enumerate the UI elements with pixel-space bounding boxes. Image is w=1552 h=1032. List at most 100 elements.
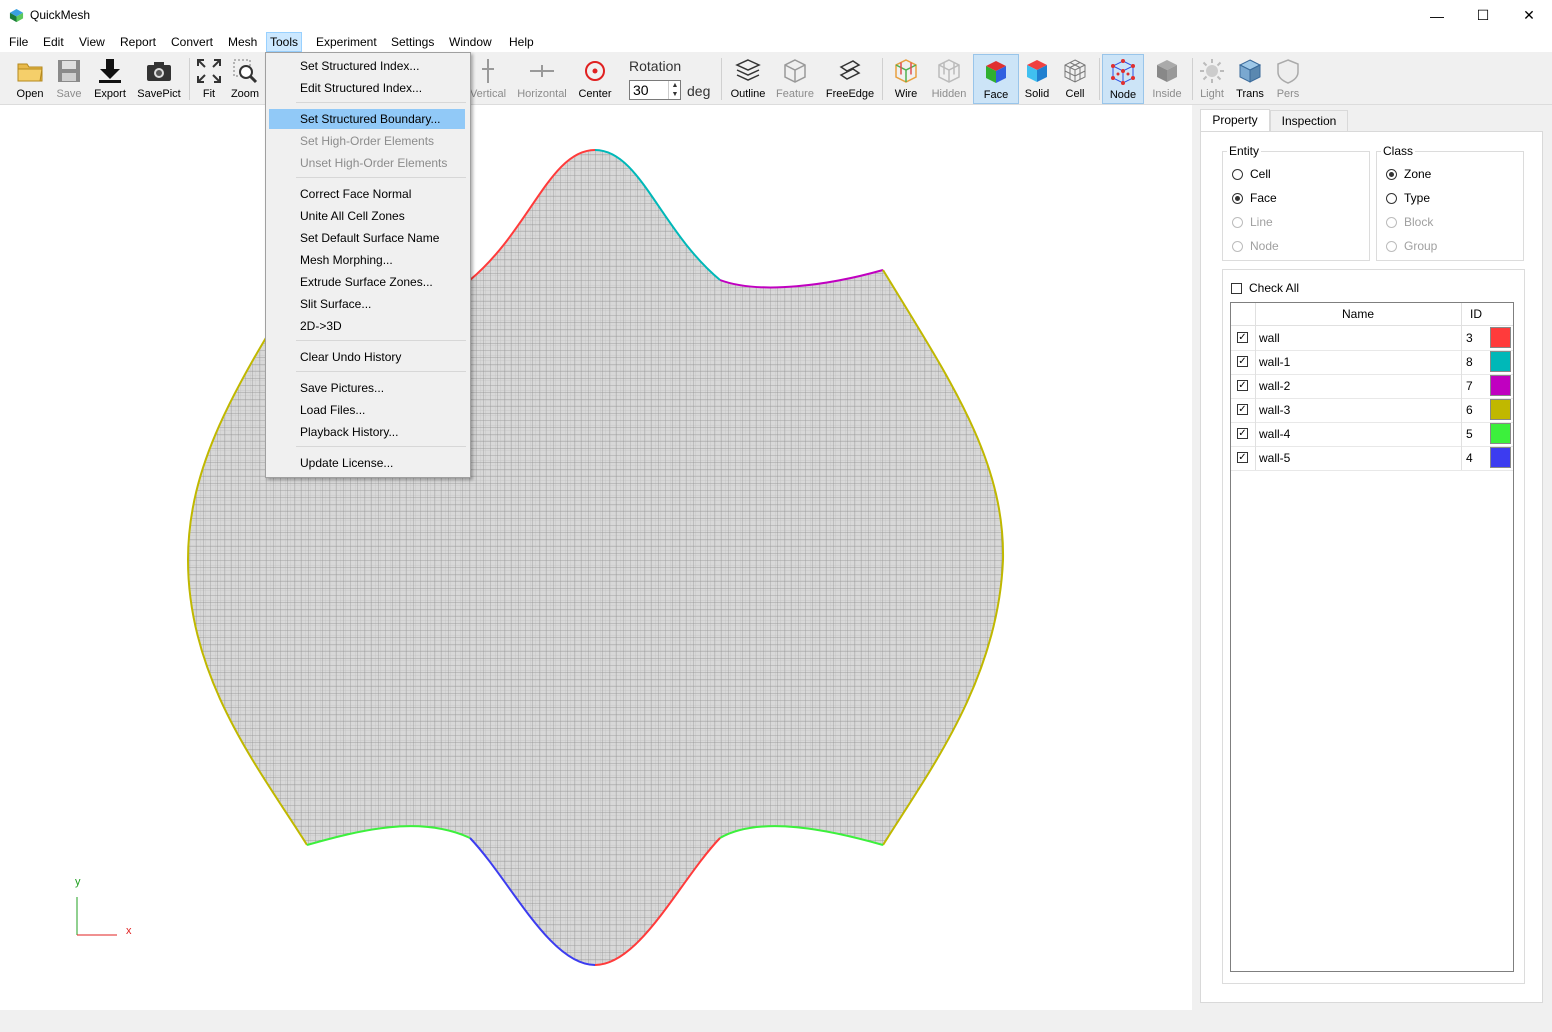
menu-clear-undo-history[interactable]: Clear Undo History bbox=[269, 347, 465, 367]
fit-button[interactable]: Fit bbox=[194, 54, 224, 102]
menu-tools[interactable]: Tools bbox=[266, 32, 303, 52]
radio-icon bbox=[1232, 240, 1243, 252]
property-tab-content: Entity Cell Face Line Node Class Zone Ty… bbox=[1200, 131, 1543, 1003]
table-row[interactable]: ✓ wall-5 4 bbox=[1231, 446, 1513, 471]
column-header-id[interactable]: ID bbox=[1461, 303, 1491, 325]
inside-cube-icon bbox=[1157, 60, 1177, 82]
table-row[interactable]: ✓ wall-3 6 bbox=[1231, 398, 1513, 423]
menu-extrude-surface-zones[interactable]: Extrude Surface Zones... bbox=[269, 272, 465, 292]
menu-mesh-morphing[interactable]: Mesh Morphing... bbox=[269, 250, 465, 270]
zone-color-swatch[interactable] bbox=[1490, 351, 1511, 372]
menu-mesh[interactable]: Mesh bbox=[225, 34, 260, 50]
entity-face-radio[interactable]: Face bbox=[1232, 189, 1277, 207]
check-all-checkbox[interactable]: Check All bbox=[1231, 281, 1299, 295]
free-edge-icon bbox=[839, 60, 861, 80]
toolbar-separator bbox=[721, 58, 722, 100]
open-button[interactable]: Open bbox=[10, 54, 50, 102]
minimize-button[interactable]: — bbox=[1414, 0, 1460, 31]
radio-icon bbox=[1386, 216, 1397, 228]
zone-color-swatch[interactable] bbox=[1490, 399, 1511, 420]
export-button[interactable]: Export bbox=[90, 54, 130, 102]
freeedge-button[interactable]: FreeEdge bbox=[823, 54, 877, 102]
mesh-canvas[interactable] bbox=[0, 105, 1192, 1010]
menu-correct-face-normal[interactable]: Correct Face Normal bbox=[269, 184, 465, 204]
zone-checkbox[interactable]: ✓ bbox=[1237, 332, 1248, 343]
menu-set-structured-boundary[interactable]: Set Structured Boundary... bbox=[269, 109, 465, 129]
perspective-shield-icon bbox=[1277, 59, 1299, 84]
zone-checkbox[interactable]: ✓ bbox=[1237, 452, 1248, 463]
checkbox-checked-icon: ✓ bbox=[1237, 452, 1248, 463]
menu-set-structured-index[interactable]: Set Structured Index... bbox=[269, 56, 465, 76]
menu-load-files[interactable]: Load Files... bbox=[269, 400, 465, 420]
center-button[interactable]: Center bbox=[574, 54, 616, 102]
zone-color-swatch[interactable] bbox=[1490, 375, 1511, 396]
menu-window[interactable]: Window bbox=[446, 34, 495, 50]
menu-edit[interactable]: Edit bbox=[40, 34, 67, 50]
table-row[interactable]: ✓ wall-1 8 bbox=[1231, 350, 1513, 375]
node-button[interactable]: Node bbox=[1102, 54, 1144, 104]
face-button[interactable]: Face bbox=[973, 54, 1019, 104]
wire-button[interactable]: Wire bbox=[888, 54, 924, 102]
mesh-viewport[interactable]: y x bbox=[0, 105, 1192, 1010]
light-button[interactable]: Light bbox=[1196, 54, 1228, 102]
zone-color-swatch[interactable] bbox=[1490, 327, 1511, 348]
trans-button[interactable]: Trans bbox=[1232, 54, 1268, 102]
menu-convert[interactable]: Convert bbox=[168, 34, 216, 50]
zone-color-swatch[interactable] bbox=[1490, 423, 1511, 444]
solid-button[interactable]: Solid bbox=[1021, 54, 1053, 102]
savepict-button[interactable]: SavePict bbox=[136, 54, 182, 102]
menu-help[interactable]: Help bbox=[506, 34, 537, 50]
inside-button[interactable]: Inside bbox=[1147, 54, 1187, 102]
pers-button[interactable]: Pers bbox=[1272, 54, 1304, 102]
menu-edit-structured-index[interactable]: Edit Structured Index... bbox=[269, 78, 465, 98]
axis-y-label: y bbox=[75, 876, 81, 888]
menu-save-pictures[interactable]: Save Pictures... bbox=[269, 378, 465, 398]
zoom-button[interactable]: Zoom bbox=[228, 54, 262, 102]
menu-report[interactable]: Report bbox=[117, 34, 159, 50]
table-row[interactable]: ✓ wall-2 7 bbox=[1231, 374, 1513, 399]
menu-set-default-surface-name[interactable]: Set Default Surface Name bbox=[269, 228, 465, 248]
horizontal-button[interactable]: Horizontal bbox=[514, 54, 570, 102]
menu-unset-high-order-elements[interactable]: Unset High-Order Elements bbox=[269, 153, 465, 173]
menu-experiment[interactable]: Experiment bbox=[313, 34, 380, 50]
zone-color-swatch[interactable] bbox=[1490, 447, 1511, 468]
table-row[interactable]: ✓ wall-4 5 bbox=[1231, 422, 1513, 447]
vertical-button[interactable]: Vertical bbox=[466, 54, 510, 102]
menu-separator bbox=[296, 102, 466, 103]
zone-checkbox[interactable]: ✓ bbox=[1237, 380, 1248, 391]
rotation-spinner[interactable]: ▲ ▼ bbox=[668, 81, 681, 99]
radio-icon bbox=[1386, 192, 1397, 204]
menu-view[interactable]: View bbox=[76, 34, 108, 50]
menu-file[interactable]: File bbox=[6, 34, 31, 50]
zone-checkbox[interactable]: ✓ bbox=[1237, 404, 1248, 415]
feature-button[interactable]: Feature bbox=[773, 54, 817, 102]
class-zone-radio[interactable]: Zone bbox=[1386, 165, 1431, 183]
zone-checkbox[interactable]: ✓ bbox=[1237, 428, 1248, 439]
menu-update-license[interactable]: Update License... bbox=[269, 453, 465, 473]
outline-button[interactable]: Outline bbox=[727, 54, 769, 102]
class-type-radio[interactable]: Type bbox=[1386, 189, 1430, 207]
zone-checkbox[interactable]: ✓ bbox=[1237, 356, 1248, 367]
class-block-radio[interactable]: Block bbox=[1386, 213, 1433, 231]
cell-button[interactable]: Cell bbox=[1057, 54, 1093, 102]
entity-line-radio[interactable]: Line bbox=[1232, 213, 1273, 231]
menu-settings[interactable]: Settings bbox=[388, 34, 437, 50]
tab-property[interactable]: Property bbox=[1200, 109, 1270, 132]
entity-node-radio[interactable]: Node bbox=[1232, 237, 1279, 255]
menu-2d-to-3d[interactable]: 2D->3D bbox=[269, 316, 465, 336]
entity-cell-radio[interactable]: Cell bbox=[1232, 165, 1271, 183]
radio-icon bbox=[1232, 168, 1243, 180]
menu-playback-history[interactable]: Playback History... bbox=[269, 422, 465, 442]
table-row[interactable]: ✓ wall 3 bbox=[1231, 326, 1513, 351]
menu-unite-all-cell-zones[interactable]: Unite All Cell Zones bbox=[269, 206, 465, 226]
menu-slit-surface[interactable]: Slit Surface... bbox=[269, 294, 465, 314]
save-button[interactable]: Save bbox=[50, 54, 88, 102]
class-group-radio[interactable]: Group bbox=[1386, 237, 1437, 255]
maximize-button[interactable]: ☐ bbox=[1460, 0, 1506, 31]
hidden-button[interactable]: Hidden bbox=[928, 54, 970, 102]
tab-inspection[interactable]: Inspection bbox=[1270, 110, 1348, 132]
menu-set-high-order-elements[interactable]: Set High-Order Elements bbox=[269, 131, 465, 151]
column-header-name[interactable]: Name bbox=[1255, 303, 1461, 325]
checkbox-checked-icon: ✓ bbox=[1237, 356, 1248, 367]
close-button[interactable]: ✕ bbox=[1506, 0, 1552, 31]
